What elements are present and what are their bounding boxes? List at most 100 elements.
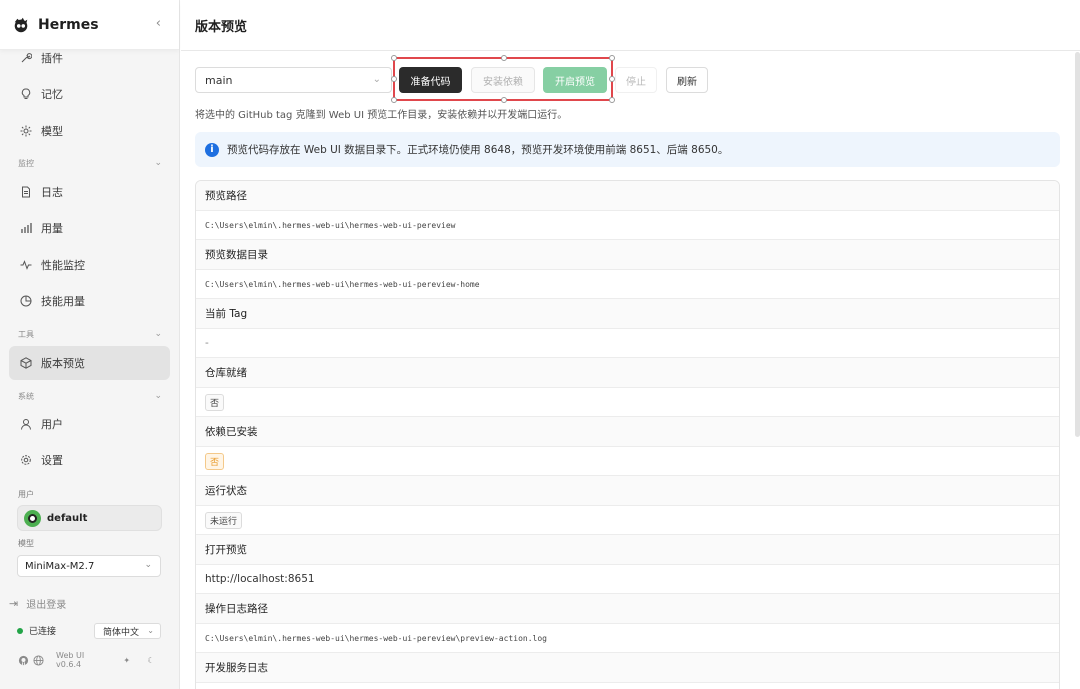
row-value: 否: [196, 447, 1059, 476]
chevron-down-icon[interactable]: ⌄: [154, 329, 162, 340]
row-label: 预览路径: [196, 181, 1059, 211]
sidebar-item-label: 用量: [41, 222, 63, 235]
sidebar-item-version-preview[interactable]: 版本预览: [9, 346, 170, 380]
app-window: Hermes ‹ 插件 记忆 模型 监控 ⌄ 日志 用量 性能监控 技能用量 工…: [0, 0, 1080, 689]
row-value: 未运行: [196, 506, 1059, 535]
file-icon: [19, 185, 33, 199]
globe-icon[interactable]: [33, 654, 44, 666]
pie-icon: [19, 294, 33, 308]
row-label: 打开预览: [196, 535, 1059, 565]
preview-details-table: 预览路径 C:\Users\elmin\.hermes-web-ui\herme…: [195, 180, 1060, 689]
status-dot: [17, 627, 23, 634]
run-status-badge: 未运行: [205, 511, 243, 529]
row-value: C:\Users\elmin\.hermes-web-ui\hermes-web…: [196, 624, 1059, 653]
row-value: C:\Users\elmin\.hermes-web-ui\hermes-web…: [196, 270, 1059, 299]
page-title: 版本预览: [195, 19, 248, 35]
stop-button[interactable]: 停止: [615, 67, 657, 93]
group-system[interactable]: 系统 ⌄: [18, 391, 162, 402]
wrench-icon: [19, 51, 33, 65]
sidebar-footer: Web UI v0.6.4 ✦ ☾: [18, 651, 160, 669]
sparkle-toggle-icon[interactable]: ✦: [122, 655, 132, 666]
info-text: 预览代码存放在 Web UI 数据目录下。正式环境仍使用 8648，预览开发环境…: [227, 144, 729, 156]
logout-icon: ⇥: [9, 597, 19, 610]
start-preview-button[interactable]: 开启预览: [543, 67, 607, 93]
box-icon: [19, 356, 33, 370]
info-banner: i 预览代码存放在 Web UI 数据目录下。正式环境仍使用 8648，预览开发…: [195, 132, 1060, 167]
group-system-label: 系统: [18, 392, 34, 401]
row-value: 否: [196, 388, 1059, 417]
sidebar-item-memory[interactable]: 记忆: [9, 77, 170, 111]
resize-handle: [609, 55, 615, 61]
row-label: 依赖已安装: [196, 417, 1059, 447]
sidebar-item-skill-usage[interactable]: 技能用量: [9, 284, 170, 318]
group-monitor[interactable]: 监控 ⌄: [18, 158, 162, 169]
resize-handle: [501, 55, 507, 61]
bulb-icon: [19, 87, 33, 101]
row-value: [196, 683, 1059, 689]
sparkle-icon: [19, 124, 33, 138]
action-log-path: C:\Users\elmin\.hermes-web-ui\hermes-web…: [205, 633, 547, 643]
install-deps-button[interactable]: 安装依赖: [471, 67, 535, 93]
sidebar-item-performance[interactable]: 性能监控: [9, 248, 170, 282]
sidebar-item-models[interactable]: 模型: [9, 114, 170, 148]
chevron-down-icon[interactable]: ⌄: [154, 391, 162, 402]
language-value: 简体中文: [103, 627, 140, 638]
sidebar-item-usage[interactable]: 用量: [9, 211, 170, 245]
resize-handle: [391, 55, 397, 61]
chevron-down-icon: ⌄: [372, 74, 381, 85]
group-tools[interactable]: 工具 ⌄: [18, 329, 162, 340]
chevron-down-icon: ⌄: [147, 626, 154, 635]
avatar: [24, 509, 41, 527]
refresh-button[interactable]: 刷新: [666, 67, 708, 93]
sidebar-item-label: 插件: [41, 52, 63, 65]
tag-select-value: main: [205, 73, 233, 87]
sidebar-item-label: 记忆: [41, 88, 63, 101]
chevron-down-icon: ⌄: [144, 560, 152, 570]
sidebar-item-settings[interactable]: 设置: [9, 443, 170, 477]
top-bar: 版本预览: [181, 0, 1080, 51]
row-label: 预览数据目录: [196, 240, 1059, 270]
preview-link[interactable]: http://localhost:8651: [205, 573, 315, 585]
collapse-sidebar-icon[interactable]: ‹: [156, 16, 161, 31]
hermes-logo-icon: [14, 17, 28, 32]
user-switcher[interactable]: default: [17, 505, 162, 531]
repo-ready-badge: 否: [205, 393, 225, 411]
language-select[interactable]: 简体中文 ⌄: [94, 623, 161, 639]
resize-handle: [501, 97, 507, 103]
connection-status: 已连接: [17, 624, 56, 637]
logout-label: 退出登录: [26, 600, 67, 611]
row-label: 开发服务日志: [196, 653, 1059, 683]
prepare-code-button[interactable]: 准备代码: [399, 67, 462, 93]
scrollbar[interactable]: [1075, 52, 1080, 437]
moon-icon[interactable]: ☾: [146, 655, 156, 666]
sidebar-item-plugins[interactable]: 插件: [9, 41, 170, 75]
github-icon[interactable]: [18, 655, 29, 666]
model-select[interactable]: MiniMax-M2.7 ⌄: [17, 555, 161, 577]
sidebar-item-label: 模型: [41, 125, 63, 138]
chevron-down-icon[interactable]: ⌄: [154, 158, 162, 169]
row-value: C:\Users\elmin\.hermes-web-ui\hermes-web…: [196, 211, 1059, 240]
hint-text: 将选中的 GitHub tag 克隆到 Web UI 预览工作目录，安装依赖并以…: [195, 110, 568, 121]
row-label: 仓库就绪: [196, 358, 1059, 388]
model-section-label: 模型: [18, 539, 34, 548]
current-tag: -: [205, 337, 209, 349]
sidebar-item-label: 技能用量: [41, 295, 85, 308]
version-label: Web UI v0.6.4: [56, 651, 85, 669]
resize-handle: [391, 97, 397, 103]
pulse-icon: [19, 258, 33, 272]
status-label: 已连接: [29, 627, 57, 637]
row-label: 当前 Tag: [196, 299, 1059, 329]
user-icon: [19, 417, 33, 431]
info-icon: i: [205, 142, 219, 157]
app-name: Hermes: [38, 16, 99, 33]
sidebar-item-users[interactable]: 用户: [9, 407, 170, 441]
logout-button[interactable]: ⇥ 退出登录: [9, 596, 66, 611]
row-value: http://localhost:8651: [196, 565, 1059, 594]
sidebar: Hermes ‹ 插件 记忆 模型 监控 ⌄ 日志 用量 性能监控 技能用量 工…: [0, 0, 180, 689]
preview-data-dir: C:\Users\elmin\.hermes-web-ui\hermes-web…: [205, 279, 480, 289]
sidebar-item-label: 用户: [41, 418, 63, 431]
sidebar-item-logs[interactable]: 日志: [9, 175, 170, 209]
tag-select[interactable]: main ⌄: [195, 67, 392, 93]
user-section-label: 用户: [18, 490, 34, 499]
model-select-value: MiniMax-M2.7: [25, 560, 95, 572]
